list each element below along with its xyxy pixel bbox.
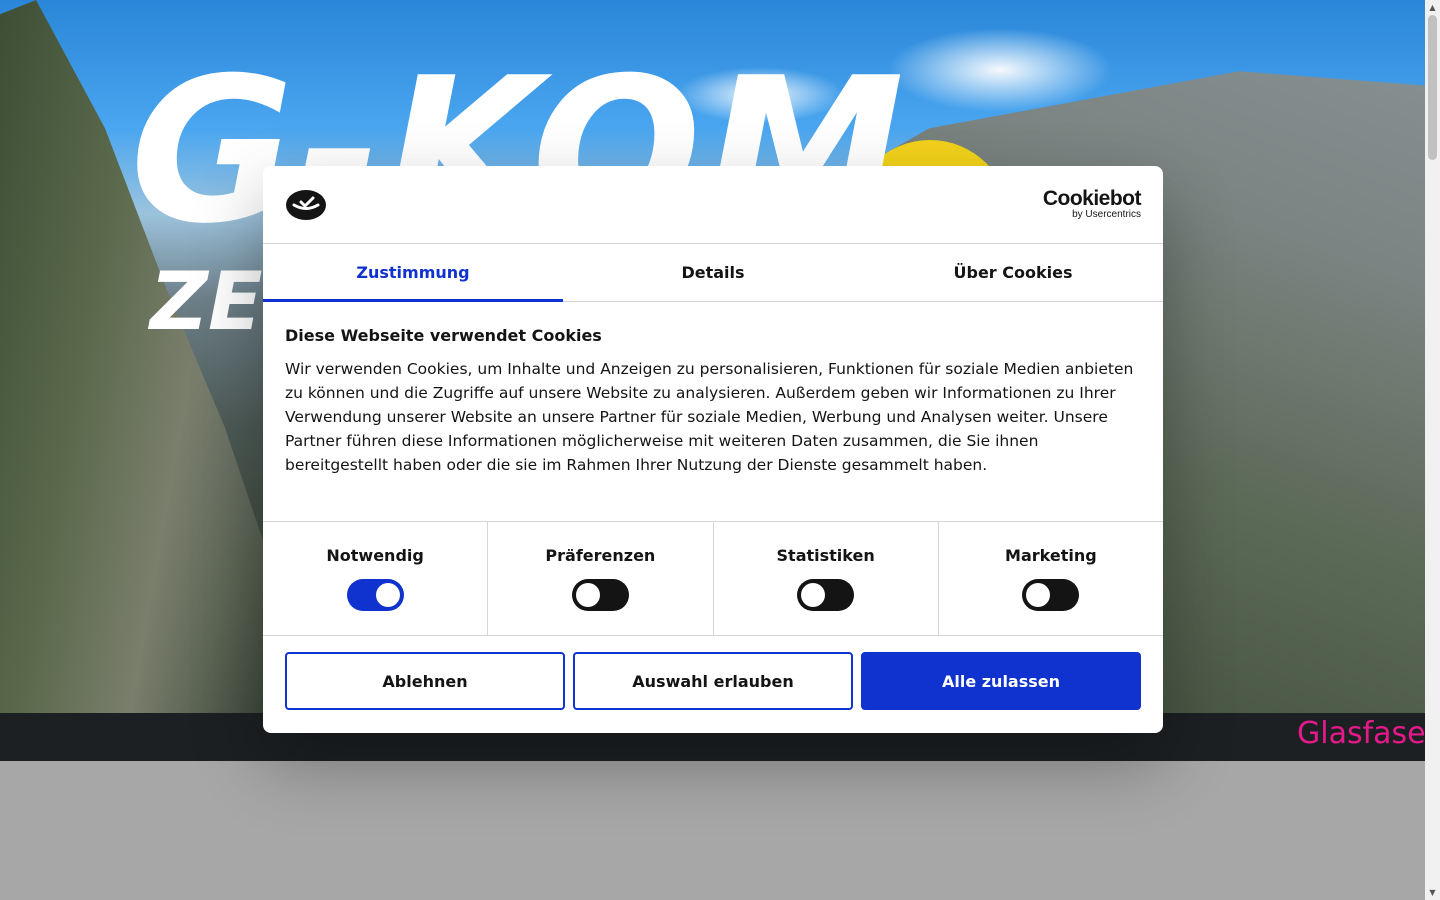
page-content-area [0,761,1425,900]
category-statistics: Statistiken [714,522,939,635]
category-label: Marketing [1005,546,1097,565]
page-scrollbar[interactable]: ▲ ▼ [1425,0,1440,900]
cookie-consent-dialog: Cookiebot by Usercentrics Zustimmung Det… [263,166,1163,733]
hero-subtitle: ZE [150,255,263,348]
category-label: Statistiken [776,546,875,565]
toggle-knob [1026,583,1051,607]
toggle-knob [801,583,826,607]
toggle-preferences[interactable] [571,579,629,611]
allow-selection-button[interactable]: Auswahl erlauben [573,652,853,710]
dialog-actions: Ablehnen Auswahl erlauben Alle zulassen [263,636,1163,726]
category-preferences: Präferenzen [488,522,714,635]
consent-body: Diese Webseite verwendet Cookies Wir ver… [263,302,1163,522]
cookiebot-brand[interactable]: Cookiebot by Usercentrics [1042,187,1142,220]
consent-text: Wir verwenden Cookies, um Inhalte und An… [285,360,1134,475]
toggle-knob [575,583,600,607]
ticker-text: Glasfase [1297,716,1425,751]
toggle-knob [375,583,400,607]
toggle-marketing[interactable] [1022,579,1080,611]
scroll-thumb[interactable] [1428,15,1437,160]
category-marketing: Marketing [939,522,1163,635]
toggle-statistics[interactable] [797,579,855,611]
dialog-tabs: Zustimmung Details Über Cookies [263,244,1163,302]
category-label: Präferenzen [545,546,656,565]
category-necessary: Notwendig [263,522,489,635]
scroll-up-arrow-icon[interactable]: ▲ [1425,0,1440,15]
category-toggles: Notwendig Präferenzen Statistiken Market… [263,522,1163,636]
brand-byline: by Usercentrics [1072,209,1141,220]
brand-name: Cookiebot [1042,187,1142,210]
tab-zustimmung[interactable]: Zustimmung [263,244,563,302]
consent-heading: Diese Webseite verwendet Cookies [285,326,602,345]
allow-all-button[interactable]: Alle zulassen [861,652,1141,710]
tab-details[interactable]: Details [563,244,863,301]
dialog-header: Cookiebot by Usercentrics [263,166,1163,244]
toggle-necessary[interactable] [346,579,404,611]
category-label: Notwendig [326,546,424,565]
tab-about-cookies[interactable]: Über Cookies [863,244,1163,301]
decline-button[interactable]: Ablehnen [285,652,565,710]
cookiebot-logo-icon [286,190,326,220]
scroll-down-arrow-icon[interactable]: ▼ [1425,885,1440,900]
